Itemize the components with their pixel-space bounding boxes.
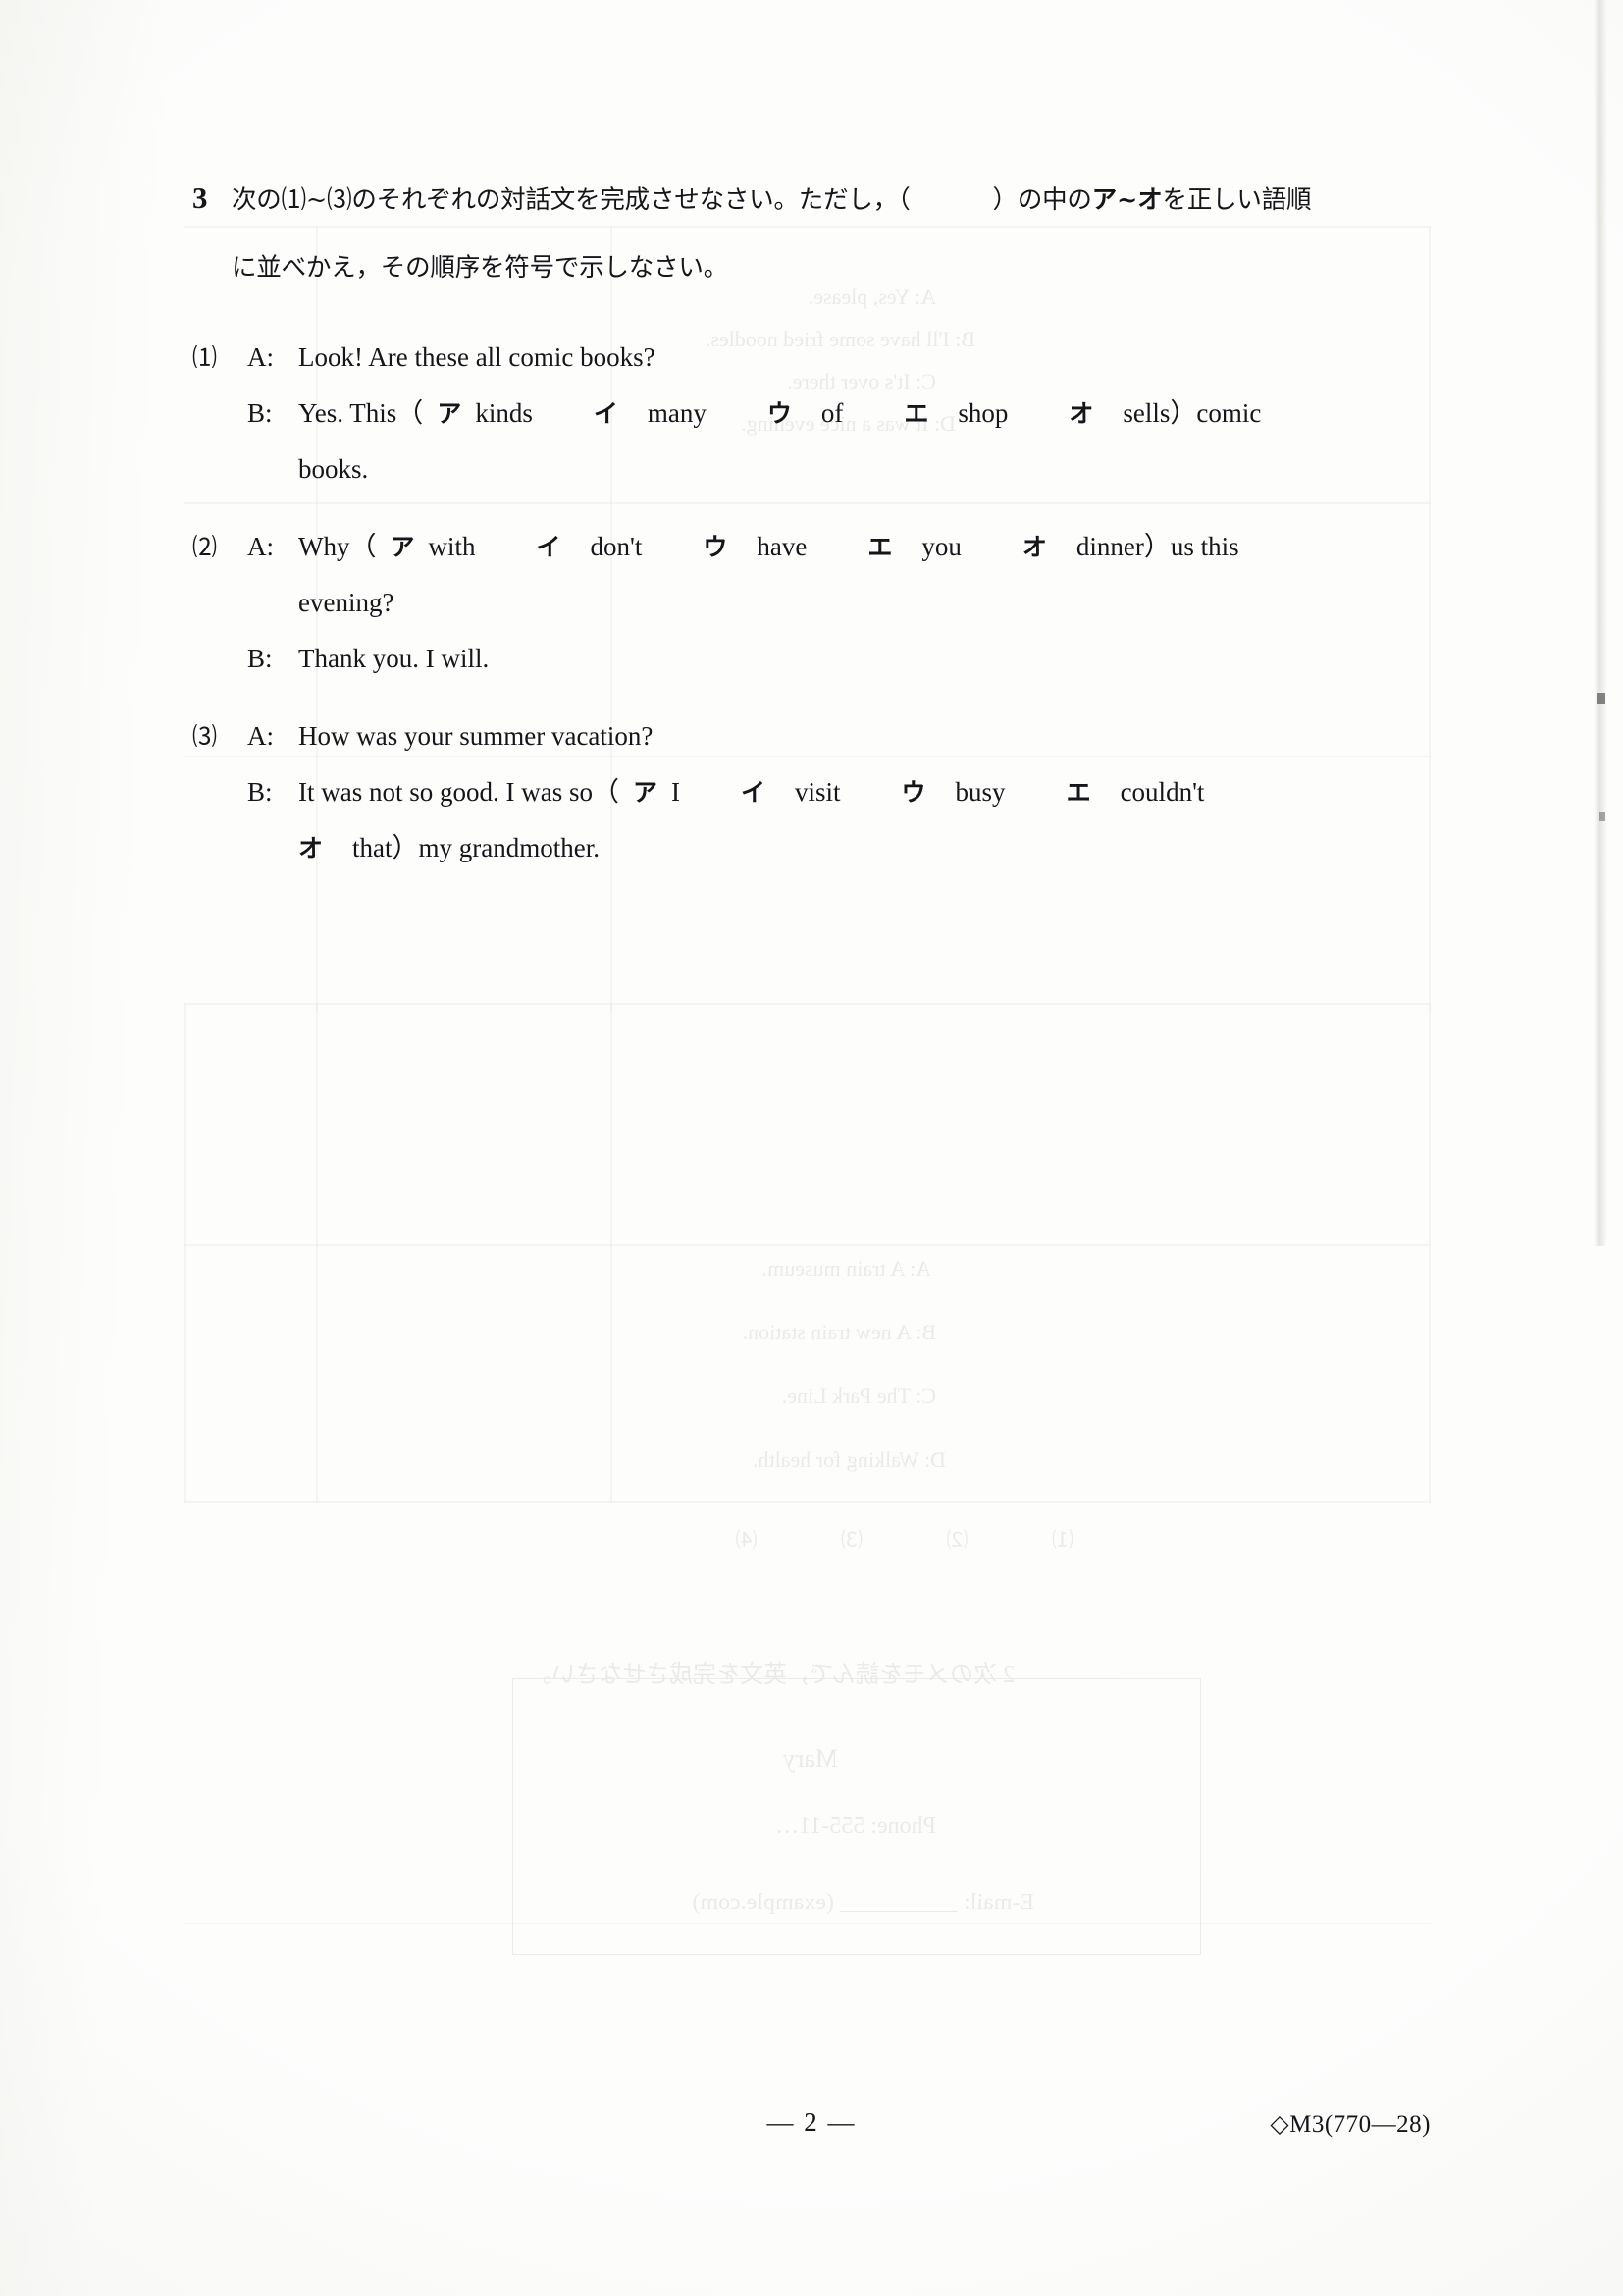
choice-marker-a: ア: [437, 398, 462, 428]
exam-page: A: Yes, please. B: I'll have some fried …: [0, 0, 1623, 2296]
item-number: ⑵: [192, 534, 218, 561]
utterance-continuation: books.: [298, 453, 369, 484]
question-number: 3: [192, 181, 208, 215]
dialogue-turn-continuation: evening?: [192, 587, 1439, 617]
choice-marker-i: イ: [593, 398, 618, 428]
speaker-label: B:: [247, 776, 273, 807]
instruction-part-b: ）の中の: [992, 185, 1092, 215]
question-item-1: ⑴ A: Look! Are these all comic books? B:…: [192, 341, 1439, 484]
choice-marker-e: エ: [867, 532, 893, 561]
choice-word-e: couldn't: [1120, 776, 1205, 807]
question-items: ⑴ A: Look! Are these all comic books? B:…: [192, 341, 1439, 862]
choice-marker-a: ア: [632, 777, 657, 807]
utterance: It was not so good. I was so（ ア I イ visit ウ bu…: [298, 776, 1439, 807]
utterance: Look! Are these all comic books?: [298, 341, 655, 372]
utterance: Thank you. I will.: [298, 643, 490, 673]
utterance-text: Yes. This（: [298, 397, 424, 428]
choice-marker-i: イ: [536, 532, 561, 561]
choice-marker-o: オ: [1021, 532, 1047, 561]
choice-word-i: don't: [590, 531, 643, 561]
question-item-2: ⑵ A: Why（ ア with イ don't ウ have エ you オ dinner）us …: [192, 531, 1439, 673]
utterance: Why（ ア with イ don't ウ have エ you オ dinner）us this: [298, 531, 1439, 561]
utterance: Yes. This（ ア kinds イ many ウ of エ shop オ sells）comi…: [298, 397, 1439, 428]
choice-marker-u: ウ: [766, 398, 792, 428]
speaker-label: A:: [247, 341, 274, 372]
choice-word-o: dinner）us this: [1075, 531, 1239, 561]
choice-word-e: shop: [958, 397, 1009, 428]
utterance-text: Why（: [298, 531, 377, 561]
speaker-label: A:: [247, 720, 274, 751]
choice-marker-i: イ: [741, 777, 766, 807]
choice-word-u: of: [820, 397, 844, 428]
dialogue-turn: ⑶ A: How was your summer vacation?: [192, 720, 1439, 751]
choice-word-o: sells）comic: [1123, 397, 1262, 428]
utterance-text: It was not so good. I was so（: [298, 776, 619, 807]
instruction-part-c: を正しい語順: [1162, 185, 1312, 215]
dialogue-turn: ⑴ A: Look! Are these all comic books?: [192, 341, 1439, 372]
question-block: 3 次の⑴~⑶のそれぞれの対話文を完成させなさい。ただし，（ ）の中のア~オを正し…: [192, 183, 1439, 913]
choice-word-i: many: [647, 397, 707, 428]
speaker-label: B:: [247, 397, 273, 428]
instruction-choices-range: ア~オ: [1091, 185, 1163, 215]
choice-marker-a: ア: [390, 532, 415, 561]
choice-marker-e: エ: [1066, 777, 1091, 807]
choice-marker-o: オ: [298, 833, 324, 862]
choice-word-i: visit: [795, 776, 841, 807]
choice-word-a: I: [671, 776, 680, 807]
utterance: How was your summer vacation?: [298, 720, 654, 751]
dialogue-turn-continuation: books.: [192, 453, 1439, 484]
speaker-label: B:: [247, 643, 273, 673]
choice-marker-u: ウ: [901, 777, 926, 807]
question-heading: 3 次の⑴~⑶のそれぞれの対話文を完成させなさい。ただし，（ ）の中のア~オを正し…: [192, 183, 1439, 214]
scan-edge-artifact: [1594, 0, 1607, 1246]
choice-word-u: busy: [955, 776, 1006, 807]
choice-marker-e: エ: [904, 398, 929, 428]
scan-speck: [1599, 812, 1605, 821]
choice-marker-o: オ: [1069, 398, 1094, 428]
dialogue-turn-continuation: オ that）my grandmother.: [192, 832, 1439, 862]
speaker-label: A:: [247, 531, 274, 561]
instruction-part-a: 次の⑴~⑶のそれぞれの対話文を完成させなさい。ただし，（: [232, 185, 911, 215]
utterance-continuation: evening?: [298, 587, 394, 617]
choice-word-a: kinds: [475, 397, 533, 428]
dialogue-turn: B: Thank you. I will.: [192, 643, 1439, 673]
question-instruction-line2: に並べかえ，その順序を符号で示しなさい。: [232, 252, 729, 283]
dialogue-turn: B: It was not so good. I was so（ ア I イ visit…: [192, 776, 1439, 807]
choice-marker-u: ウ: [703, 532, 728, 561]
choice-word-e: you: [921, 531, 962, 561]
page-footer: — 2 — ◇M3(770—28): [0, 2108, 1623, 2157]
item-number: ⑶: [192, 723, 218, 751]
question-item-3: ⑶ A: How was your summer vacation? B: It…: [192, 720, 1439, 862]
dialogue-turn: B: Yes. This（ ア kinds イ many ウ of エ shop オ sells）c…: [192, 397, 1439, 428]
dialogue-turn: ⑵ A: Why（ ア with イ don't ウ have エ you オ dinner）us …: [192, 531, 1439, 561]
form-code: ◇M3(770—28): [1270, 2112, 1431, 2138]
scan-speck: [1597, 693, 1605, 704]
item-number: ⑴: [192, 344, 218, 372]
choice-word-o: that）my grandmother.: [352, 832, 600, 862]
utterance-continuation: オ that）my grandmother.: [298, 832, 1439, 862]
question-instruction-line1: 次の⑴~⑶のそれぞれの対話文を完成させなさい。ただし，（ ）の中のア~オを正しい語…: [232, 185, 1312, 215]
choice-word-u: have: [757, 531, 808, 561]
choice-word-a: with: [428, 531, 476, 561]
